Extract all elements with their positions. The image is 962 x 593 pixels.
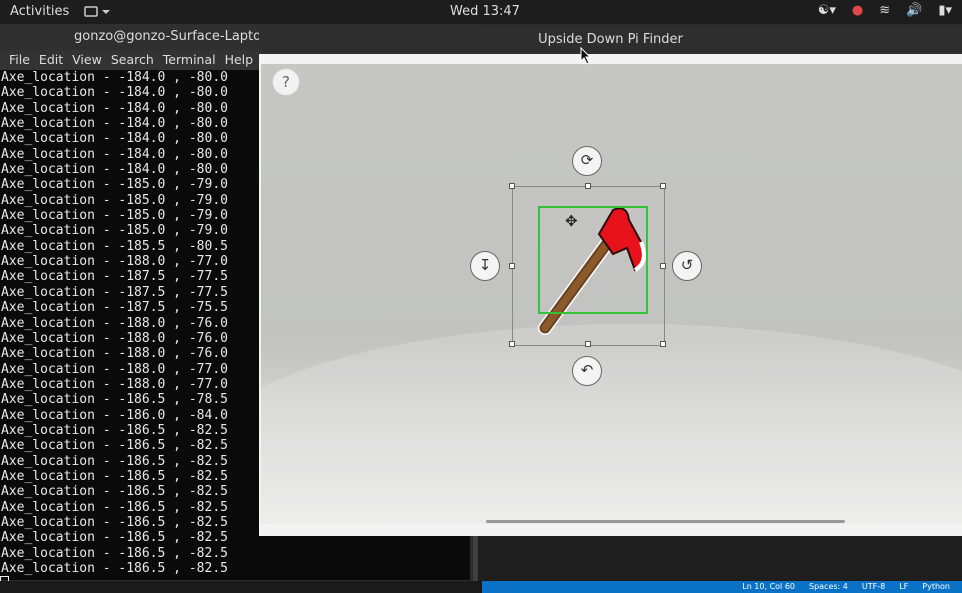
mouse-pointer-icon [580,47,592,65]
move-cursor-icon: ✥ [565,212,578,230]
collision-box [538,206,648,314]
resize-handle-sw[interactable] [509,341,515,347]
top-bar: Activities Wed 13:47 ☯▾ ● ≋ 🔊 ▮▾ [0,0,962,24]
resize-handle-s[interactable] [585,341,591,347]
clock[interactable]: Wed 13:47 [450,4,520,19]
pi-finder-window[interactable]: Upside Down Pi Finder ? ⟳ ↧ ↺ ↶ ✥ [259,26,962,536]
window-title: Upside Down Pi Finder [538,32,683,47]
menu-edit[interactable]: Edit [30,50,63,70]
accessibility-icon[interactable]: ☯▾ [818,3,836,18]
terminal-line: Axe_location - -186.5 , -82.5 [1,561,228,576]
editor-panel [0,581,482,593]
terminal-line: Axe_location - -186.5 , -82.5 [1,545,228,561]
editor-statusbar: Ln 10, Col 60 Spaces: 4 UTF-8 LF Python [482,581,962,593]
activities-button[interactable]: Activities [10,4,69,19]
help-button[interactable]: ? [272,68,300,96]
menu-file[interactable]: File [0,50,30,70]
status-eol[interactable]: LF [899,581,908,593]
status-position[interactable]: Ln 10, Col 60 [742,581,795,593]
record-icon[interactable]: ● [852,3,863,18]
battery-icon[interactable]: ▮▾ [938,3,952,18]
stage-canvas[interactable]: ? ⟳ ↧ ↺ ↶ ✥ [261,64,962,524]
canvas-scrollbar[interactable] [486,520,845,523]
resize-handle-w[interactable] [509,263,515,269]
menu-help[interactable]: Help [216,50,254,70]
rotate-cw-button[interactable]: ⟳ [572,146,602,176]
rotate-ccw-button[interactable]: ↺ [672,251,702,281]
status-language[interactable]: Python [922,581,950,593]
menu-search[interactable]: Search [102,50,154,70]
resize-handle-se[interactable] [660,341,666,347]
wifi-icon[interactable]: ≋ [879,3,890,18]
resize-handle-n[interactable] [585,183,591,189]
menu-terminal[interactable]: Terminal [154,50,216,70]
editor-background [478,536,962,581]
rotate-flip-button[interactable]: ↶ [572,356,602,386]
terminal-title: gonzo@gonzo-Surface-Laptop- [74,29,275,44]
stage-floor [261,324,962,524]
system-tray[interactable]: ☯▾ ● ≋ 🔊 ▮▾ [818,3,952,18]
resize-handle-ne[interactable] [660,183,666,189]
resize-handle-e[interactable] [660,263,666,269]
menu-view[interactable]: View [63,50,102,70]
status-encoding[interactable]: UTF-8 [862,581,885,593]
resize-handle-nw[interactable] [509,183,515,189]
volume-icon[interactable]: 🔊 [906,3,922,18]
app-menu-icon[interactable] [84,5,110,19]
flip-vertical-button[interactable]: ↧ [470,251,500,281]
pi-finder-titlebar[interactable]: Upside Down Pi Finder [259,26,962,54]
status-spaces[interactable]: Spaces: 4 [809,581,848,593]
